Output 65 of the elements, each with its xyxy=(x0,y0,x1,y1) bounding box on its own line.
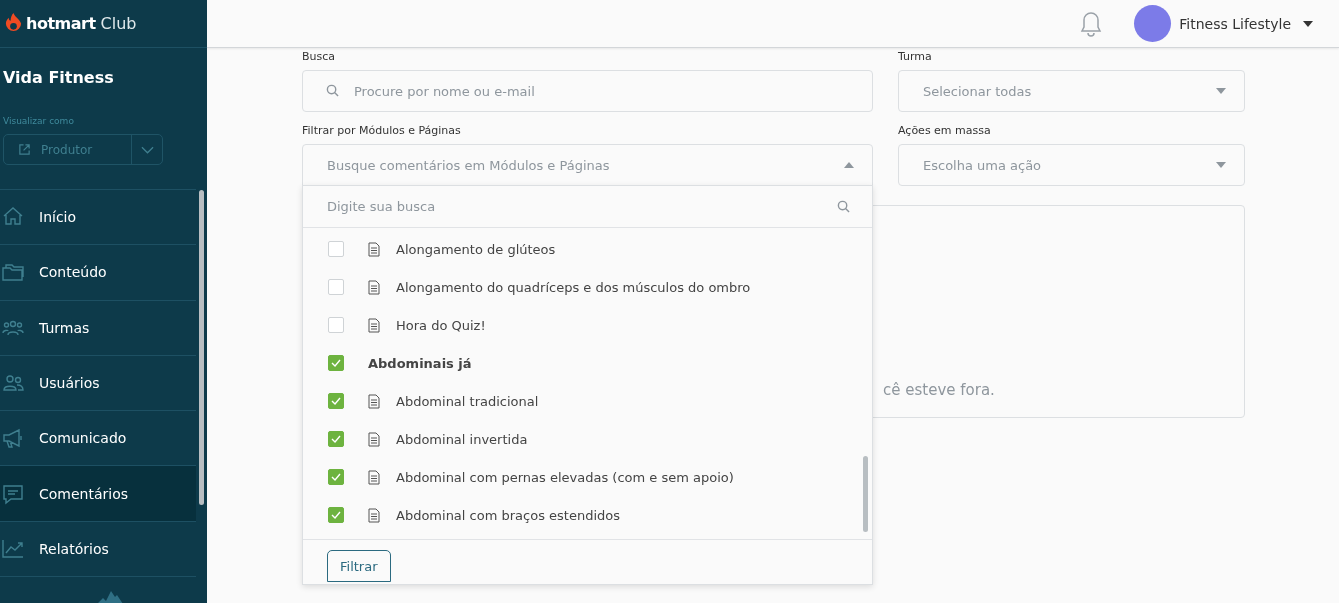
checkmark-icon xyxy=(331,511,341,519)
checkmark-icon xyxy=(331,473,341,481)
checkbox[interactable] xyxy=(328,469,344,485)
dropdown-option[interactable]: Abdominal tradicional xyxy=(303,382,872,420)
field-label: Busca xyxy=(302,50,337,65)
dropdown-option[interactable]: Abdominais já xyxy=(303,344,872,382)
search-icon xyxy=(837,200,850,213)
field-label: Filtrar por Módulos e Páginas xyxy=(302,124,462,139)
dropdown-option[interactable]: Abdominal com pernas elevadas (com e sem apoio) xyxy=(303,458,872,496)
avatar xyxy=(1134,5,1172,42)
view-as-label: Visualizar como xyxy=(2,115,75,128)
checkbox[interactable] xyxy=(328,317,344,333)
nav-item[interactable]: Conteúdo xyxy=(0,245,196,301)
document-icon xyxy=(368,279,380,295)
folder-icon xyxy=(2,261,24,284)
checkbox[interactable] xyxy=(328,507,344,523)
chat-icon xyxy=(2,482,24,505)
checkbox[interactable] xyxy=(328,393,344,409)
document-icon xyxy=(368,393,380,409)
dropdown-option[interactable]: Abdominal com braços estendidos xyxy=(303,496,872,534)
megaphone-icon xyxy=(2,427,24,450)
nav-item[interactable]: Turmas xyxy=(0,300,196,356)
dropdown-search-field[interactable]: Digite sua busca xyxy=(303,186,872,227)
scrollbar[interactable] xyxy=(199,190,204,505)
nav-item[interactable]: Comentários xyxy=(0,466,196,522)
caret-icon xyxy=(1303,20,1313,27)
nav-item[interactable]: Usuários xyxy=(0,355,196,412)
scrollbar[interactable] xyxy=(863,456,868,532)
document-icon xyxy=(368,431,380,447)
nav-item[interactable]: Relatórios xyxy=(0,521,196,578)
filter-button[interactable]: Filtrar xyxy=(327,550,391,582)
line-chart-icon xyxy=(2,537,24,560)
checkbox[interactable] xyxy=(328,279,344,295)
checkmark-icon xyxy=(331,359,341,367)
caret-icon xyxy=(844,162,854,168)
document-icon xyxy=(368,317,380,333)
document-icon xyxy=(368,241,380,257)
checkmark-icon xyxy=(331,435,341,443)
caret-down-icon xyxy=(1216,88,1226,94)
document-icon xyxy=(368,469,380,485)
chevron-down-icon xyxy=(140,145,154,154)
course-title: Vida Fitness xyxy=(2,67,115,89)
checkmark-icon xyxy=(331,397,341,405)
search-field[interactable]: Procure por nome ou e-mail xyxy=(302,70,873,112)
field-label: Turma xyxy=(898,50,933,65)
caret-down-icon xyxy=(1216,162,1226,168)
empty-state-message: cê esteve fora. xyxy=(883,381,995,399)
bell-icon[interactable] xyxy=(1080,10,1103,37)
user-menu[interactable]: Fitness Lifestyle xyxy=(1134,5,1313,42)
field-label: Ações em massa xyxy=(898,124,992,139)
brand-suffix: Club xyxy=(100,14,137,33)
user-name: Fitness Lifestyle xyxy=(1179,15,1291,32)
checkbox[interactable] xyxy=(328,241,344,257)
dropdown-option[interactable]: Hora do Quiz! xyxy=(303,306,872,344)
brand-logo-text: hotmart xyxy=(26,14,96,33)
dropdown-option[interactable]: Alongamento de glúteos xyxy=(303,230,872,268)
search-icon xyxy=(326,84,339,97)
checkbox[interactable] xyxy=(328,431,344,447)
nav-item[interactable]: Início xyxy=(0,190,196,246)
checkbox[interactable] xyxy=(328,355,344,371)
document-icon xyxy=(368,507,380,523)
dropdown-option[interactable]: Abdominal invertida xyxy=(303,420,872,458)
dropdown-option[interactable]: Alongamento do quadríceps e dos músculos do ombro xyxy=(303,268,872,306)
view-as-value: Produtor xyxy=(41,142,94,157)
external-link-icon xyxy=(18,143,31,156)
